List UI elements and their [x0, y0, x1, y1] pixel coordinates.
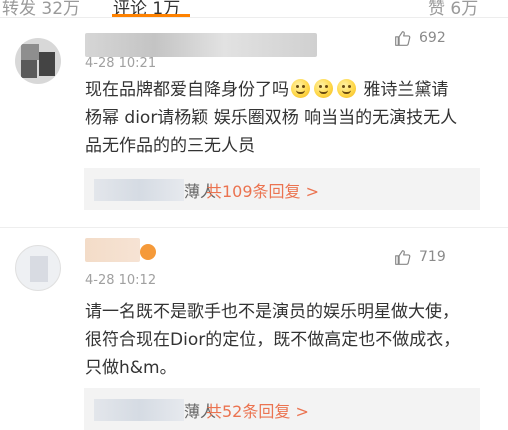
laugh-emoji-icon — [314, 79, 333, 98]
avatar[interactable] — [15, 38, 61, 84]
view-replies-link[interactable]: 共52条回复 > — [206, 398, 309, 422]
comment-time: 4-28 10:21 — [85, 56, 157, 71]
thumbs-up-icon — [395, 30, 411, 46]
comment-line: 雅诗兰黛请 — [363, 80, 449, 100]
replier-name-redacted — [94, 179, 184, 201]
tab-reposts[interactable]: 转发 32万 — [2, 0, 80, 18]
comment-text: 请一名既不是歌手也不是演员的娱乐明星做大使， 很符合现在Dior的定位，既不做高… — [85, 298, 485, 382]
like-button[interactable]: 719 — [394, 247, 446, 267]
vip-badge-icon — [140, 244, 156, 260]
username-redacted[interactable] — [85, 33, 317, 57]
tab-bar: 转发 32万 评论 1万 赞 6万 — [0, 0, 508, 18]
laugh-emoji-icon — [337, 79, 356, 98]
reply-summary[interactable]: 薄人 共52条回复 > — [84, 388, 480, 430]
avatar[interactable] — [15, 245, 61, 291]
comment-line: 现在品牌都爱自降身份了吗 — [85, 80, 289, 100]
comment-line: 杨幂 dior请杨颖 娱乐圈双杨 响当当的无演技无人 — [85, 108, 458, 128]
comment-line: 品无作品的的三无人员 — [85, 136, 255, 156]
like-count: 692 — [419, 30, 446, 46]
replier-name-redacted — [94, 399, 184, 421]
laugh-emoji-icon — [291, 79, 310, 98]
view-replies-link[interactable]: 共109条回复 > — [206, 178, 319, 202]
comment-time: 4-28 10:12 — [85, 273, 157, 288]
reply-summary[interactable]: 薄人 共109条回复 > — [84, 168, 480, 210]
like-count: 719 — [419, 249, 446, 265]
comment-divider — [0, 227, 508, 228]
tab-likes[interactable]: 赞 6万 — [428, 0, 478, 18]
tab-bar-border — [0, 17, 508, 18]
username-redacted[interactable] — [85, 238, 140, 262]
comment-text: 现在品牌都爱自降身份了吗 雅诗兰黛请 杨幂 dior请杨颖 娱乐圈双杨 响当当的… — [85, 76, 485, 160]
comment-line: 请一名既不是歌手也不是演员的娱乐明星做大使， — [85, 302, 459, 322]
comment-line: 只做h&m。 — [85, 358, 177, 378]
thumbs-up-icon — [395, 249, 411, 265]
comment-line: 很符合现在Dior的定位，既不做高定也不做成衣， — [85, 330, 461, 350]
like-button[interactable]: 692 — [394, 28, 446, 48]
